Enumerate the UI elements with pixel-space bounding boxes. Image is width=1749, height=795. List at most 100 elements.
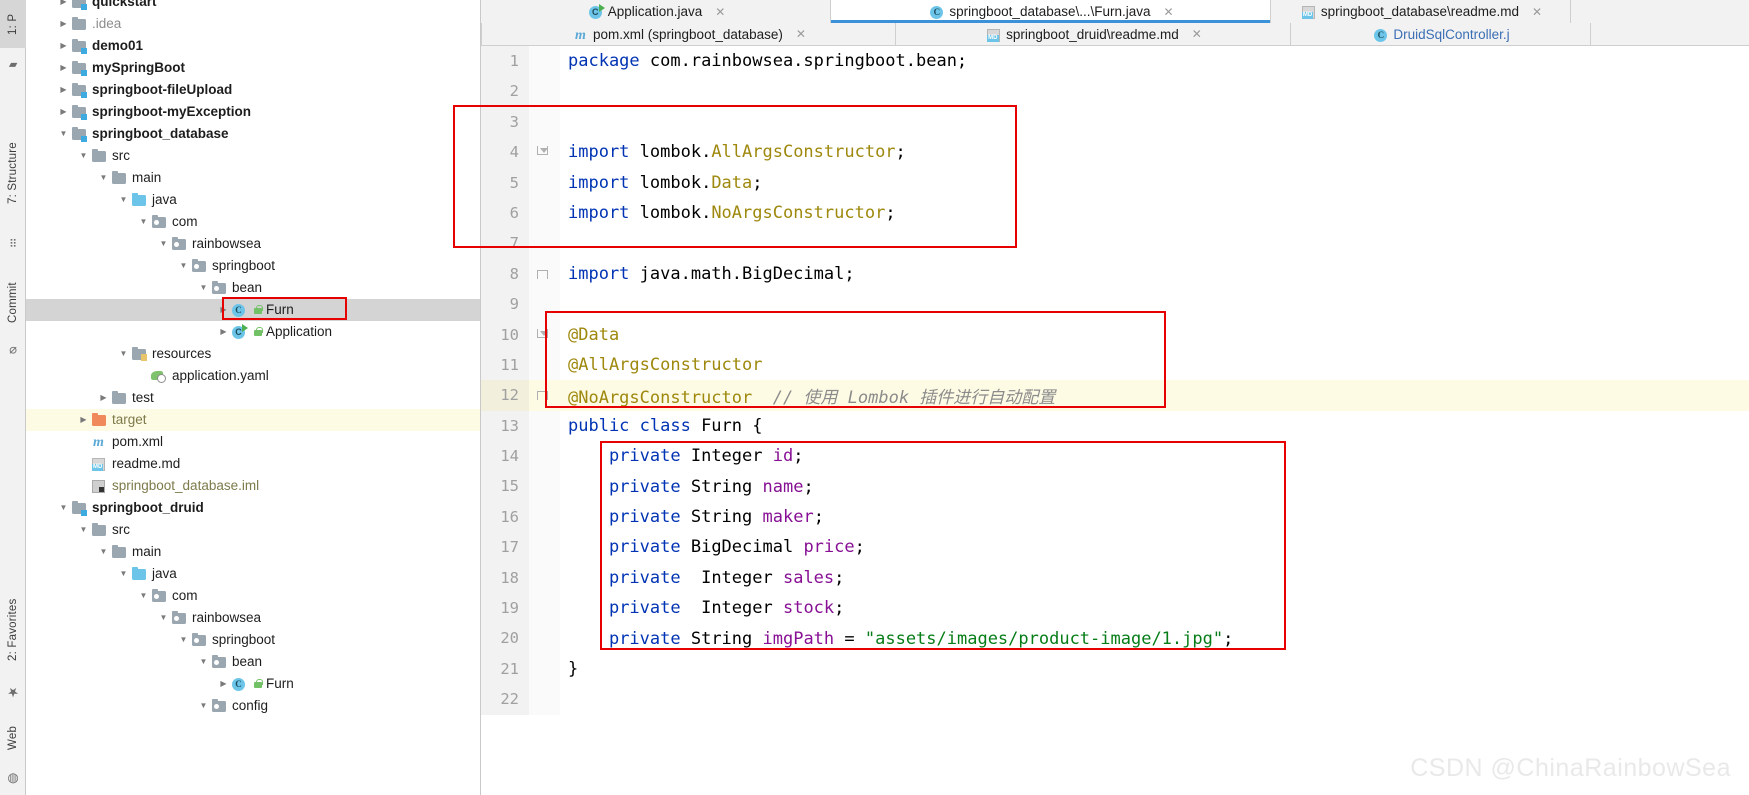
tree-item-springboot-fileupload[interactable]: ▶springboot-fileUpload xyxy=(26,79,480,101)
chevron-down-icon[interactable]: ▼ xyxy=(56,123,71,145)
chevron-down-icon[interactable]: ▼ xyxy=(96,167,111,189)
sidebar-item-project[interactable]: 1: P xyxy=(0,0,26,48)
chevron-right-icon[interactable]: ▶ xyxy=(216,321,231,343)
chevron-down-icon[interactable]: ▼ xyxy=(176,629,191,651)
code-editor[interactable]: 1package com.rainbowsea.springboot.bean;… xyxy=(481,46,1749,795)
sidebar-item-commit[interactable]: Commit xyxy=(0,268,26,338)
chevron-right-icon[interactable]: ▶ xyxy=(216,673,231,695)
tree-item-com[interactable]: ▼com xyxy=(26,585,480,607)
tree-item-java[interactable]: ▼java xyxy=(26,563,480,585)
chevron-right-icon[interactable]: ▶ xyxy=(56,35,71,57)
tree-item-springboot[interactable]: ▼springboot xyxy=(26,255,480,277)
editor-tab-row-top[interactable]: quickstart-D:\IDEA\springboot\quickstart… xyxy=(481,0,1749,23)
chevron-down-icon[interactable]: ▼ xyxy=(116,189,131,211)
editor-tab[interactable]: mpom.xml (springboot_database)✕ xyxy=(481,23,896,45)
chevron-right-icon[interactable]: ▶ xyxy=(216,299,231,321)
code-line[interactable]: 7 xyxy=(481,228,1749,258)
chevron-right-icon[interactable]: ▶ xyxy=(56,101,71,123)
tree-item-furn[interactable]: ▶CFurn xyxy=(26,673,480,695)
tree-item-springboot-myexception[interactable]: ▶springboot-myException xyxy=(26,101,480,123)
code-line[interactable]: 13public class Furn { xyxy=(481,411,1749,441)
chevron-down-icon[interactable]: ▼ xyxy=(116,563,131,585)
code-line[interactable]: 14 private Integer id; xyxy=(481,441,1749,471)
code-line[interactable]: 21} xyxy=(481,654,1749,684)
tree-item-pom-xml[interactable]: mpom.xml xyxy=(26,431,480,453)
sidebar-item-favorites[interactable]: 2: Favorites xyxy=(0,580,26,680)
tree-item-resources[interactable]: ▼resources xyxy=(26,343,480,365)
chevron-down-icon[interactable]: ▼ xyxy=(156,233,171,255)
chevron-down-icon[interactable]: ▼ xyxy=(56,497,71,519)
chevron-down-icon[interactable]: ▼ xyxy=(136,585,151,607)
code-line[interactable]: 12@NoArgsConstructor // 使用 Lombok 插件进行自动… xyxy=(481,380,1749,410)
sidebar-item-structure[interactable]: 7: Structure xyxy=(0,118,26,228)
fold-toggle-icon[interactable] xyxy=(529,320,560,350)
tree-item-springboot[interactable]: ▼springboot xyxy=(26,629,480,651)
code-line[interactable]: 18 private Integer sales; xyxy=(481,563,1749,593)
chevron-right-icon[interactable]: ▶ xyxy=(56,13,71,35)
close-icon[interactable]: ✕ xyxy=(715,5,725,19)
tree-item-rainbowsea[interactable]: ▼rainbowsea xyxy=(26,233,480,255)
chevron-right-icon[interactable]: ▶ xyxy=(96,387,111,409)
chevron-down-icon[interactable]: ▼ xyxy=(116,343,131,365)
code-line[interactable]: 11@AllArgsConstructor xyxy=(481,350,1749,380)
code-line[interactable]: 6import lombok.NoArgsConstructor; xyxy=(481,198,1749,228)
code-line[interactable]: 4import lombok.AllArgsConstructor; xyxy=(481,137,1749,167)
editor-tab[interactable]: CDruidSqlController.j xyxy=(1291,23,1591,45)
chevron-down-icon[interactable]: ▼ xyxy=(176,255,191,277)
fold-toggle-icon[interactable] xyxy=(529,259,560,289)
tree-item-src[interactable]: ▼src xyxy=(26,145,480,167)
code-line[interactable]: 16 private String maker; xyxy=(481,502,1749,532)
sidebar-item-web[interactable]: Web xyxy=(0,712,26,764)
tree-item-readme-md[interactable]: readme.md xyxy=(26,453,480,475)
tree-item-target[interactable]: ▶target xyxy=(26,409,480,431)
tree-item-idea[interactable]: ▶.idea xyxy=(26,13,480,35)
editor-tab[interactable]: springboot_druid\readme.md✕ xyxy=(896,23,1291,45)
chevron-down-icon[interactable]: ▼ xyxy=(76,145,91,167)
chevron-down-icon[interactable]: ▼ xyxy=(196,277,211,299)
code-line[interactable]: 10@Data xyxy=(481,320,1749,350)
tree-item-src[interactable]: ▼src xyxy=(26,519,480,541)
tree-item-springboot-database[interactable]: ▼springboot_database xyxy=(26,123,480,145)
code-line[interactable]: 9 xyxy=(481,289,1749,319)
editor-tab-row-bottom[interactable]: mpom.xml (springboot_database)✕springboo… xyxy=(481,23,1749,46)
code-line[interactable]: 2 xyxy=(481,76,1749,106)
code-line[interactable]: 17 private BigDecimal price; xyxy=(481,532,1749,562)
code-line[interactable]: 1package com.rainbowsea.springboot.bean; xyxy=(481,46,1749,76)
editor-tab[interactable]: springboot_database\readme.md✕ xyxy=(1271,0,1571,23)
close-icon[interactable]: ✕ xyxy=(1192,27,1202,41)
tree-item-main[interactable]: ▼main xyxy=(26,541,480,563)
tree-item-test[interactable]: ▶test xyxy=(26,387,480,409)
code-line[interactable]: 20 private String imgPath = "assets/imag… xyxy=(481,623,1749,653)
close-icon[interactable]: ✕ xyxy=(796,27,806,41)
tree-item-quickstart[interactable]: ▶quickstart xyxy=(26,0,480,13)
tree-item-demo01[interactable]: ▶demo01 xyxy=(26,35,480,57)
close-icon[interactable]: ✕ xyxy=(1164,5,1174,19)
tree-item-springboot-database-iml[interactable]: springboot_database.iml xyxy=(26,475,480,497)
close-icon[interactable]: ✕ xyxy=(1532,5,1542,19)
tree-item-java[interactable]: ▼java xyxy=(26,189,480,211)
code-line[interactable]: 19 private Integer stock; xyxy=(481,593,1749,623)
code-line[interactable]: 3 xyxy=(481,107,1749,137)
tree-item-furn[interactable]: ▶CFurn xyxy=(26,299,480,321)
tree-item-rainbowsea[interactable]: ▼rainbowsea xyxy=(26,607,480,629)
chevron-down-icon[interactable]: ▼ xyxy=(136,211,151,233)
tree-item-springboot-druid[interactable]: ▼springboot_druid xyxy=(26,497,480,519)
fold-toggle-icon[interactable] xyxy=(529,137,560,167)
chevron-right-icon[interactable]: ▶ xyxy=(56,79,71,101)
tree-item-myspringboot[interactable]: ▶mySpringBoot xyxy=(26,57,480,79)
editor-tab[interactable]: Cspringboot_database\...\Furn.java✕ xyxy=(831,0,1271,23)
chevron-right-icon[interactable]: ▶ xyxy=(76,409,91,431)
tree-item-main[interactable]: ▼main xyxy=(26,167,480,189)
tree-item-bean[interactable]: ▼bean xyxy=(26,277,480,299)
tree-item-application-yaml[interactable]: application.yaml xyxy=(26,365,480,387)
chevron-down-icon[interactable]: ▼ xyxy=(96,541,111,563)
code-line[interactable]: 22 xyxy=(481,684,1749,714)
chevron-down-icon[interactable]: ▼ xyxy=(76,519,91,541)
chevron-right-icon[interactable]: ▶ xyxy=(56,57,71,79)
tree-item-config[interactable]: ▼config xyxy=(26,695,480,717)
tree-item-application[interactable]: ▶CApplication xyxy=(26,321,480,343)
code-line[interactable]: 15 private String name; xyxy=(481,471,1749,501)
project-tree[interactable]: ▶quickstart▶.idea▶demo01▶mySpringBoot▶sp… xyxy=(26,0,481,795)
chevron-down-icon[interactable]: ▼ xyxy=(196,695,211,717)
chevron-down-icon[interactable]: ▼ xyxy=(156,607,171,629)
